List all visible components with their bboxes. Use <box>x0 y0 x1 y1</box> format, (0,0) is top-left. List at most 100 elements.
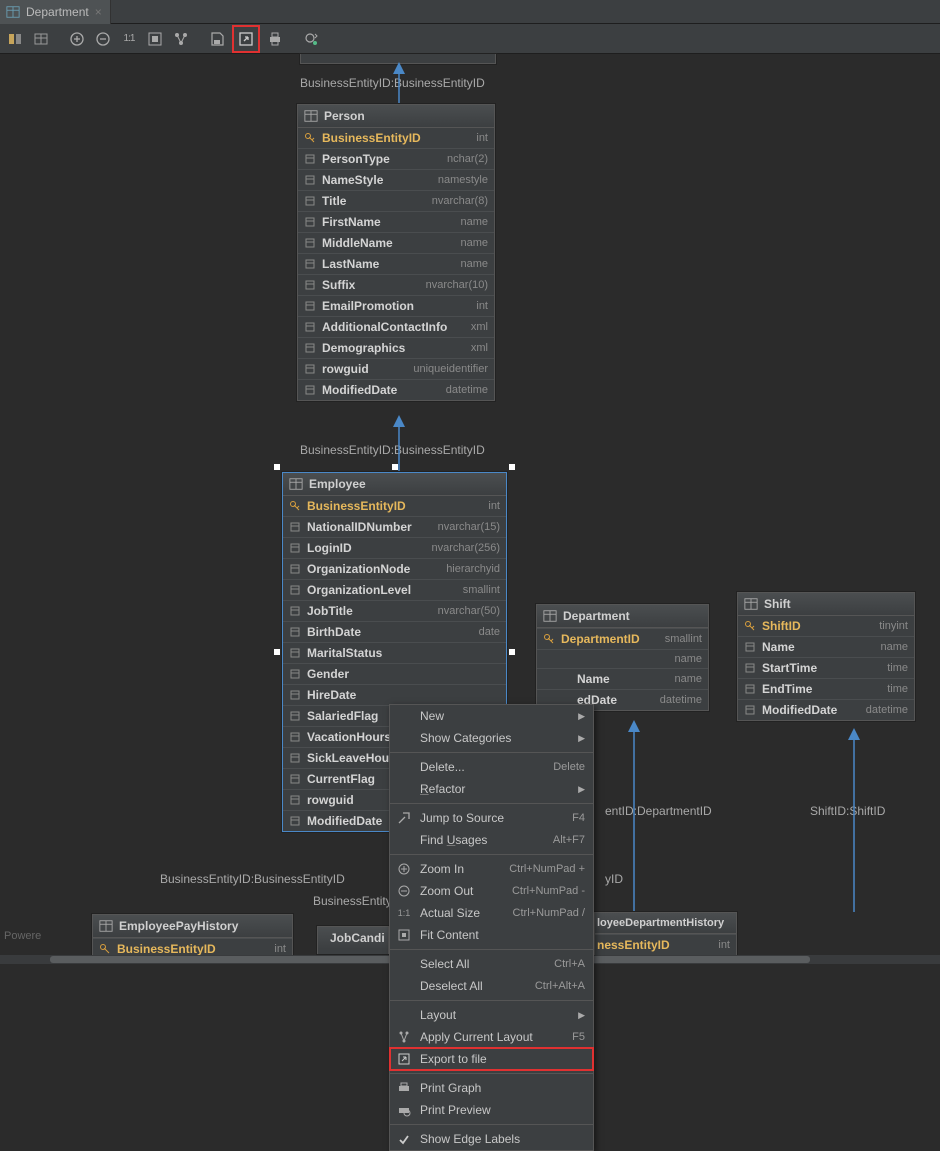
column-type: name <box>460 258 488 270</box>
table-row[interactable]: StartTimetime <box>738 657 914 678</box>
menu-select-all[interactable]: Select AllCtrl+A <box>390 953 593 975</box>
export-to-file-button[interactable] <box>235 28 257 50</box>
column-name: ShiftID <box>762 619 873 633</box>
menu-print-graph[interactable]: Print Graph <box>390 1077 593 1099</box>
table-row[interactable]: MiddleNamename <box>298 232 494 253</box>
column-type: nvarchar(8) <box>432 195 488 207</box>
table-row[interactable]: MaritalStatus <box>283 642 506 663</box>
menu-actual-size[interactable]: 1:1Actual SizeCtrl+NumPad / <box>390 902 593 924</box>
entity-person[interactable]: Person BusinessEntityIDintPersonTypencha… <box>297 104 495 401</box>
table-row[interactable]: NameStylenamestyle <box>298 169 494 190</box>
actual-size-button[interactable]: 1:1 <box>118 28 140 50</box>
column-icon <box>289 521 301 533</box>
menu-apply-layout[interactable]: Apply Current LayoutF5 <box>390 1026 593 1048</box>
edge-label: BusinessEntityI <box>313 894 395 908</box>
tab-department[interactable]: Department × <box>0 0 111 24</box>
table-row[interactable]: ShiftIDtinyint <box>738 616 914 636</box>
column-type: xml <box>471 342 488 354</box>
column-type: int <box>476 132 488 144</box>
column-name: ModifiedDate <box>762 703 860 717</box>
column-type: nvarchar(50) <box>438 605 500 617</box>
column-icon <box>289 626 301 638</box>
close-icon[interactable]: × <box>95 5 102 19</box>
menu-show-edge-labels[interactable]: Show Edge Labels <box>390 1128 593 1150</box>
column-icon <box>289 815 301 827</box>
menu-deselect-all[interactable]: Deselect AllCtrl+Alt+A <box>390 975 593 997</box>
fit-content-button[interactable] <box>144 28 166 50</box>
entity-jobcandidate[interactable]: JobCandi <box>317 926 389 954</box>
table-row[interactable]: EmailPromotionint <box>298 295 494 316</box>
column-name: FirstName <box>322 215 454 229</box>
table-row[interactable]: AdditionalContactInfoxml <box>298 316 494 337</box>
editor-tab-bar: Department × <box>0 0 940 24</box>
key-columns-button[interactable] <box>4 28 26 50</box>
refresh-button[interactable] <box>300 28 322 50</box>
table-row[interactable]: BirthDatedate <box>283 621 506 642</box>
entity-title: Employee <box>309 477 366 491</box>
layout-button[interactable] <box>170 28 192 50</box>
table-row[interactable]: JobTitlenvarchar(50) <box>283 600 506 621</box>
tab-label: Department <box>26 5 89 19</box>
column-name: ModifiedDate <box>322 383 440 397</box>
column-type: name <box>460 216 488 228</box>
column-name: rowguid <box>322 362 407 376</box>
table-row[interactable]: Gender <box>283 663 506 684</box>
menu-fit-content[interactable]: Fit Content <box>390 924 593 946</box>
menu-layout[interactable]: Layout▶ <box>390 1004 593 1026</box>
entity-employeedepartmenthistory[interactable]: loyeeDepartmentHistory nessEntityIDint <box>594 912 737 956</box>
entity-shift[interactable]: Shift ShiftIDtinyintNamenameStartTimetim… <box>737 592 915 721</box>
column-type: hierarchyid <box>446 563 500 575</box>
column-type: uniqueidentifier <box>413 363 488 375</box>
diagram-toolbar: 1:1 <box>0 24 940 54</box>
menu-new[interactable]: New▶ <box>390 705 593 727</box>
table-row[interactable]: Demographics xml <box>298 337 494 358</box>
table-row[interactable]: Titlenvarchar(8) <box>298 190 494 211</box>
menu-export-to-file[interactable]: Export to file <box>390 1048 593 1070</box>
table-row[interactable]: LoginIDnvarchar(256) <box>283 537 506 558</box>
menu-refactor[interactable]: Refactor▶ <box>390 778 593 800</box>
column-icon <box>289 563 301 575</box>
table-row[interactable]: HireDate <box>283 684 506 705</box>
table-row[interactable]: rowguid uniqueidentifier <box>298 358 494 379</box>
column-icon <box>304 321 316 333</box>
table-row[interactable]: OrganizationNodehierarchyid <box>283 558 506 579</box>
table-row[interactable]: BusinessEntityIDint <box>298 128 494 148</box>
column-icon <box>304 279 316 291</box>
entity-department[interactable]: Department DepartmentIDsmallint name Nam… <box>536 604 709 711</box>
menu-zoom-out[interactable]: Zoom OutCtrl+NumPad - <box>390 880 593 902</box>
table-row[interactable]: PersonTypenchar(2) <box>298 148 494 169</box>
menu-find-usages[interactable]: Find UsagesAlt+F7 <box>390 829 593 851</box>
table-row[interactable]: ModifiedDatedatetime <box>298 379 494 400</box>
zoom-out-button[interactable] <box>92 28 114 50</box>
column-name: Demographics <box>322 341 465 355</box>
table-row[interactable]: OrganizationLevelsmallint <box>283 579 506 600</box>
table-row[interactable]: FirstName name <box>298 211 494 232</box>
column-icon <box>304 384 316 396</box>
edge-label: BusinessEntityID:BusinessEntityID <box>160 872 345 886</box>
column-type: nchar(2) <box>447 153 488 165</box>
show-all-columns-button[interactable] <box>30 28 52 50</box>
menu-jump-to-source[interactable]: Jump to SourceF4 <box>390 807 593 829</box>
diagram-canvas[interactable]: BusinessEntityID:BusinessEntityID Busine… <box>0 54 940 1052</box>
table-row[interactable]: Namename <box>738 636 914 657</box>
entity-employeepayhistory[interactable]: EmployeePayHistory BusinessEntityIDint <box>92 914 293 960</box>
table-icon <box>99 919 113 933</box>
table-row[interactable]: Suffixnvarchar(10) <box>298 274 494 295</box>
column-type: smallint <box>665 633 702 645</box>
zoom-in-button[interactable] <box>66 28 88 50</box>
table-row[interactable]: EndTimetime <box>738 678 914 699</box>
table-icon <box>289 477 303 491</box>
table-row[interactable]: ModifiedDatedatetime <box>738 699 914 720</box>
menu-print-preview[interactable]: Print Preview <box>390 1099 593 1121</box>
save-button[interactable] <box>206 28 228 50</box>
table-icon <box>543 609 557 623</box>
table-row[interactable]: BusinessEntityIDint <box>283 496 506 516</box>
menu-delete[interactable]: Delete...Delete <box>390 756 593 778</box>
menu-show-categories[interactable]: Show Categories▶ <box>390 727 593 749</box>
table-row[interactable]: LastNamename <box>298 253 494 274</box>
print-button[interactable] <box>264 28 286 50</box>
entity-businessentity-stub[interactable] <box>300 54 496 64</box>
column-type: smallint <box>463 584 500 596</box>
table-row[interactable]: NationalIDNumbernvarchar(15) <box>283 516 506 537</box>
menu-zoom-in[interactable]: Zoom InCtrl+NumPad + <box>390 858 593 880</box>
